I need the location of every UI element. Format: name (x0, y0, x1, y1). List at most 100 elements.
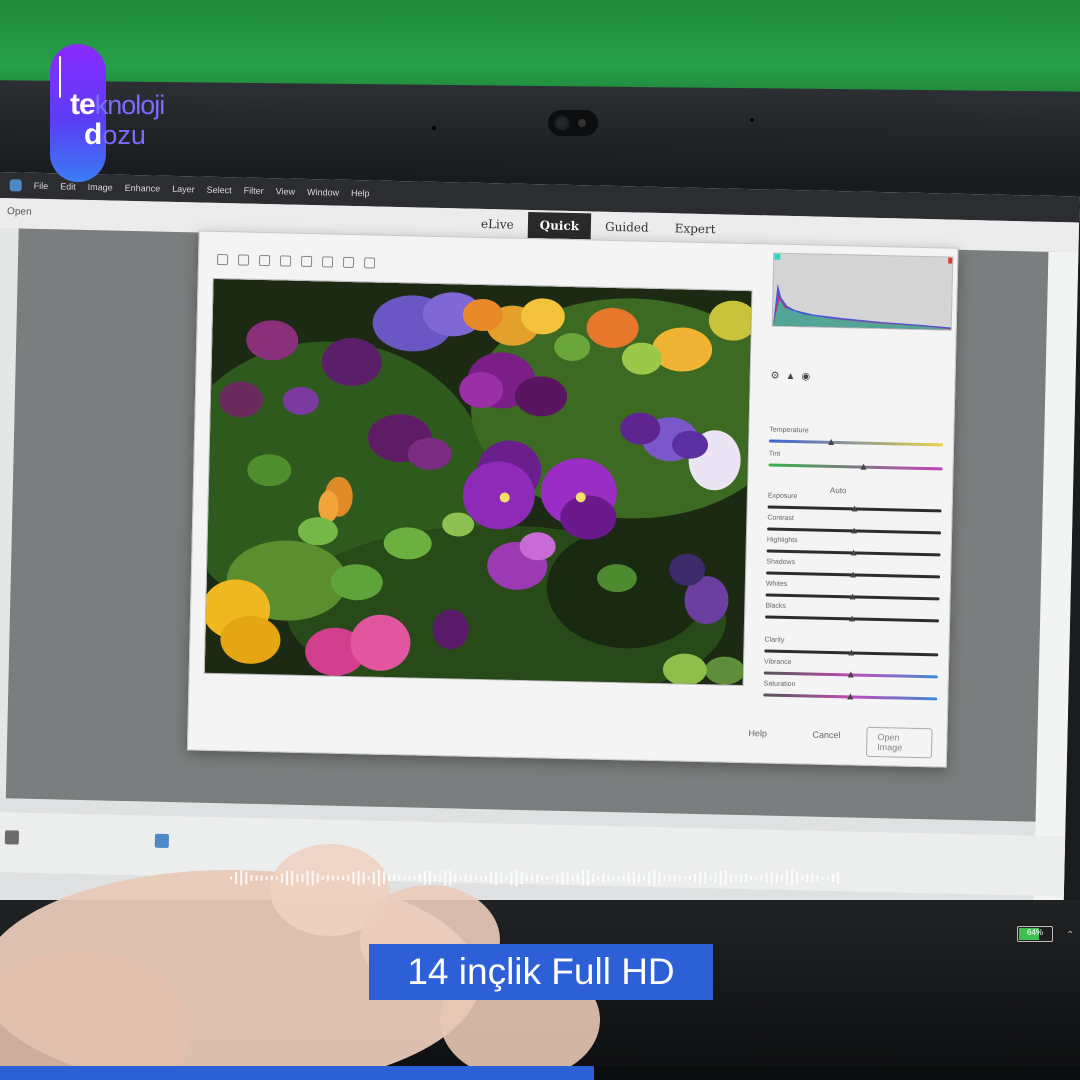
waveform-bar (627, 872, 630, 884)
slider-thumb[interactable] (849, 615, 856, 622)
waveform-bar (760, 875, 763, 881)
adjustment-panel: ⚙ ▲ ◉ Auto Temperature Tint Exposure Contra… (754, 244, 956, 768)
waveform-bar (515, 869, 518, 887)
waveform-bar (699, 871, 702, 885)
waveform-bar (734, 875, 737, 881)
slider-label: Vibrance (764, 658, 792, 667)
waveform-bar (643, 875, 646, 881)
rotate-right-icon[interactable] (363, 257, 376, 269)
menu-file[interactable]: File (34, 181, 49, 191)
slider-thumb[interactable] (851, 527, 858, 534)
menu-help[interactable]: Help (351, 188, 370, 198)
camera-calibration-icon[interactable]: ◉ (801, 371, 810, 382)
video-progress-bar[interactable] (0, 1066, 1080, 1080)
slider-tint[interactable]: Tint (768, 451, 943, 477)
waveform-bar (505, 875, 508, 881)
waveform-bar (668, 874, 671, 882)
laptop-screen: File Edit Image Enhance Layer Select Fil… (0, 172, 1080, 937)
menu-enhance[interactable]: Enhance (125, 183, 161, 194)
waveform-bar (230, 876, 232, 880)
menu-window[interactable]: Window (307, 187, 339, 198)
waveform-bar (740, 873, 742, 883)
app-icon[interactable] (9, 179, 22, 192)
slider-thumb[interactable] (848, 649, 855, 656)
pencil-icon[interactable] (4, 830, 20, 845)
rgb-readout (772, 333, 952, 337)
waveform-bar (658, 871, 661, 885)
waveform-bar (709, 875, 712, 881)
tab-elive[interactable]: eLive (469, 211, 526, 238)
menu-filter[interactable]: Filter (244, 186, 264, 196)
highlight-clip-icon[interactable] (948, 257, 954, 264)
waveform-bar (755, 876, 758, 880)
menu-layer[interactable]: Layer (172, 184, 195, 195)
tab-quick[interactable]: Quick (527, 211, 592, 240)
open-button[interactable]: Open (7, 206, 32, 218)
menu-view[interactable]: View (276, 186, 296, 196)
detail-tab-icon[interactable]: ▲ (785, 371, 795, 382)
waveform-bar (449, 870, 452, 886)
slider-thumb[interactable] (827, 438, 834, 445)
zoom-tool-icon[interactable] (216, 253, 229, 266)
waveform-bar (694, 873, 697, 883)
waveform-bar (745, 874, 748, 882)
photo-bin-icon[interactable] (154, 833, 170, 849)
slider-thumb[interactable] (860, 463, 867, 470)
slider-thumb[interactable] (849, 593, 856, 600)
straighten-tool-icon[interactable] (300, 255, 313, 268)
pansy-photo (204, 278, 753, 687)
waveform-bar (428, 871, 431, 885)
waveform-bar (724, 870, 727, 886)
waveform-bar (352, 872, 355, 884)
red-eye-tool-icon[interactable] (321, 256, 334, 268)
waveform-bar (571, 875, 574, 881)
waveform-bar (423, 871, 426, 885)
waveform-bar (541, 875, 544, 881)
waveform-bar (444, 870, 447, 886)
waveform-bar (362, 872, 365, 884)
rotate-left-icon[interactable] (342, 256, 355, 269)
waveform-bar (388, 875, 391, 881)
waveform-bar (785, 871, 788, 885)
waveform-bar (617, 876, 620, 880)
slider-label: Temperature (769, 426, 809, 435)
eyedropper-tool-icon[interactable] (258, 254, 271, 267)
waveform-bar (826, 876, 829, 880)
shadow-clip-icon[interactable] (774, 253, 781, 260)
slider-blacks[interactable]: Blacks (765, 602, 940, 628)
crop-tool-icon[interactable] (279, 255, 292, 267)
slider-track[interactable] (768, 463, 943, 471)
histogram-graph (772, 253, 954, 331)
waveform-bar (612, 876, 615, 880)
chevron-up-icon[interactable]: ⌃ (1066, 930, 1074, 941)
slider-thumb[interactable] (850, 571, 857, 578)
slider-track[interactable] (769, 439, 944, 447)
menu-select[interactable]: Select (207, 185, 232, 196)
waveform-bar (459, 876, 462, 880)
slider-label: Whites (765, 580, 788, 588)
hand-tool-icon[interactable] (237, 254, 250, 266)
slider-thumb[interactable] (847, 693, 854, 700)
tab-expert[interactable]: Expert (662, 215, 727, 242)
slider-thumb[interactable] (847, 671, 854, 678)
tab-guided[interactable]: Guided (593, 213, 661, 241)
waveform-bar (403, 876, 406, 880)
waveform-bar (770, 871, 773, 885)
waveform-bar (556, 873, 559, 883)
slider-saturation[interactable]: Saturation (763, 680, 938, 706)
waveform-bar (408, 875, 411, 881)
waveform-bar (296, 874, 299, 882)
slider-thumb[interactable] (851, 505, 858, 512)
waveform-bar (510, 871, 513, 885)
basic-tab-icon[interactable]: ⚙ (770, 371, 779, 382)
image-preview[interactable] (203, 277, 753, 687)
waveform-bar (836, 872, 839, 884)
slider-thumb[interactable] (850, 549, 857, 556)
waveform-bar (291, 870, 294, 886)
waveform-bar (566, 871, 569, 885)
waveform-bar (454, 873, 457, 883)
slider-temperature[interactable]: Temperature (769, 426, 944, 453)
waveform-bar (485, 875, 487, 881)
waveform-bar (592, 873, 595, 883)
waveform-bar (342, 875, 345, 881)
